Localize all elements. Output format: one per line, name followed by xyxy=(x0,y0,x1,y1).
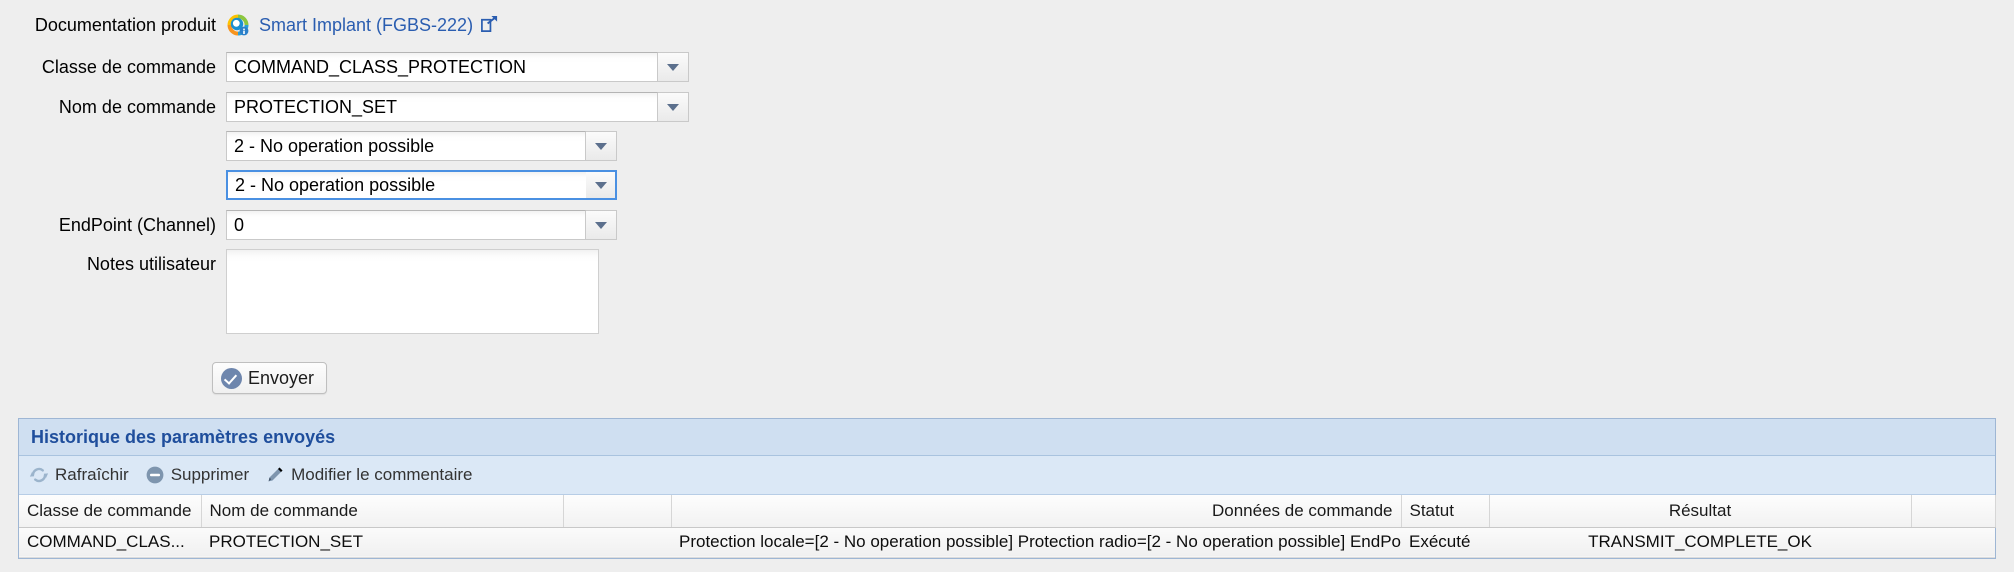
chevron-down-icon xyxy=(667,103,679,111)
command-class-select[interactable]: COMMAND_CLASS_PROTECTION xyxy=(226,52,689,82)
command-form: Documentation produit Smart Implant (FGB… xyxy=(0,0,2014,415)
chevron-down-icon xyxy=(595,142,607,150)
endpoint-label: EndPoint (Channel) xyxy=(58,215,216,235)
command-class-value[interactable]: COMMAND_CLASS_PROTECTION xyxy=(226,52,658,82)
command-name-dropdown-button[interactable] xyxy=(658,92,689,122)
submit-row: Envoyer xyxy=(212,362,328,394)
column-header-command-data[interactable]: Données de commande xyxy=(671,495,1402,528)
command-class-label: Classe de commande xyxy=(41,57,216,77)
command-name-value[interactable]: PROTECTION_SET xyxy=(226,92,658,122)
column-header-spacer[interactable] xyxy=(563,495,672,528)
column-header-command-name[interactable]: Nom de commande xyxy=(201,495,564,528)
table-header-row: Classe de commande Nom de commande Donné… xyxy=(19,495,1996,528)
protection-radio-value[interactable]: 2 - No operation possible xyxy=(226,170,586,200)
edit-comment-label: Modifier le commentaire xyxy=(291,465,473,484)
send-button[interactable]: Envoyer xyxy=(212,362,328,394)
protection-locale-row: 2 - No operation possible xyxy=(0,131,617,161)
user-notes-row: Notes utilisateur xyxy=(0,249,599,334)
column-header-command-class[interactable]: Classe de commande xyxy=(19,495,202,528)
history-panel: Historique des paramètres envoyés Rafraî… xyxy=(18,418,1996,559)
column-header-trailing[interactable] xyxy=(1911,495,1996,528)
endpoint-select[interactable]: 0 xyxy=(226,210,617,240)
history-toolbar: Rafraîchir Supprimer Modifier le comment… xyxy=(19,456,1995,495)
refresh-label: Rafraîchir xyxy=(55,465,129,484)
delete-button[interactable]: Supprimer xyxy=(145,465,249,485)
external-link-icon[interactable] xyxy=(480,15,499,34)
protection-radio-dropdown-button[interactable] xyxy=(586,170,617,200)
user-notes-textarea[interactable] xyxy=(226,249,599,334)
history-panel-title: Historique des paramètres envoyés xyxy=(19,419,1995,456)
chevron-down-icon xyxy=(595,221,607,229)
history-table: Classe de commande Nom de commande Donné… xyxy=(19,495,1996,558)
cell-result: TRANSMIT_COMPLETE_OK xyxy=(1489,527,1911,558)
documentation-label: Documentation produit xyxy=(34,15,216,35)
product-documentation-row: Documentation produit Smart Implant (FGB… xyxy=(0,10,499,40)
command-class-dropdown-button[interactable] xyxy=(658,52,689,82)
cell-command-data: Protection locale=[2 - No operation poss… xyxy=(671,527,1401,558)
table-row[interactable]: COMMAND_CLAS... PROTECTION_SET Protectio… xyxy=(19,527,1995,558)
check-circle-icon xyxy=(221,367,242,389)
protection-radio-select[interactable]: 2 - No operation possible xyxy=(226,170,617,200)
chevron-down-icon xyxy=(594,181,607,189)
command-class-row: Classe de commande COMMAND_CLASS_PROTECT… xyxy=(0,52,689,82)
cell-command-name: PROTECTION_SET xyxy=(201,527,563,558)
product-documentation-link[interactable]: Smart Implant (FGBS-222) xyxy=(259,10,473,40)
delete-label: Supprimer xyxy=(170,465,250,484)
user-notes-label: Notes utilisateur xyxy=(86,254,216,274)
command-name-label: Nom de commande xyxy=(58,97,216,117)
refresh-icon xyxy=(29,465,49,485)
application-window: Documentation produit Smart Implant (FGB… xyxy=(0,0,2014,572)
protection-locale-dropdown-button[interactable] xyxy=(586,131,617,161)
column-header-result[interactable]: Résultat xyxy=(1489,495,1912,528)
protection-locale-value[interactable]: 2 - No operation possible xyxy=(226,131,586,161)
endpoint-row: EndPoint (Channel) 0 xyxy=(0,210,617,240)
minus-circle-icon xyxy=(145,465,165,485)
protection-locale-select[interactable]: 2 - No operation possible xyxy=(226,131,617,161)
endpoint-dropdown-button[interactable] xyxy=(586,210,617,240)
cell-trailing xyxy=(1911,527,1995,558)
column-header-status[interactable]: Statut xyxy=(1401,495,1490,528)
cell-status: Exécuté xyxy=(1401,527,1489,558)
product-logo-icon xyxy=(226,13,250,37)
edit-comment-button[interactable]: Modifier le commentaire xyxy=(265,465,473,485)
protection-radio-row: 2 - No operation possible xyxy=(0,170,617,200)
command-name-row: Nom de commande PROTECTION_SET xyxy=(0,92,689,122)
command-name-select[interactable]: PROTECTION_SET xyxy=(226,92,689,122)
send-button-label: Envoyer xyxy=(248,367,315,388)
cell-spacer xyxy=(563,527,671,558)
chevron-down-icon xyxy=(667,63,679,71)
cell-command-class: COMMAND_CLAS... xyxy=(19,527,201,558)
refresh-button[interactable]: Rafraîchir xyxy=(29,465,129,485)
endpoint-value[interactable]: 0 xyxy=(226,210,586,240)
pencil-icon xyxy=(265,465,285,485)
